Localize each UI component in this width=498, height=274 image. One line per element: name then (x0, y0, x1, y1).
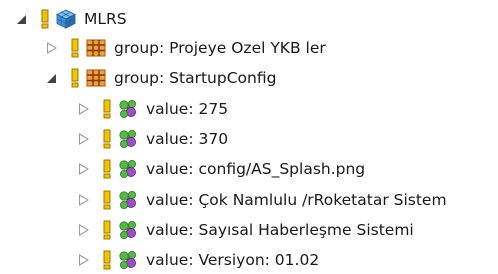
molecule-value-icon (118, 159, 138, 179)
exclamation-marker-icon (102, 189, 112, 211)
molecule-value-icon (118, 220, 138, 240)
collapsed-chevron-icon[interactable] (76, 131, 92, 147)
tree-node-value[interactable]: value: Versiyon: 01.02 (76, 246, 319, 274)
exclamation-marker-icon (102, 219, 112, 241)
exclamation-marker-icon (102, 249, 112, 271)
exclamation-marker-icon (70, 67, 80, 89)
exclamation-marker-icon (70, 37, 80, 59)
tree-node-label: value: Versiyon: 01.02 (146, 251, 320, 269)
molecule-value-icon (118, 250, 138, 270)
tree-node-group[interactable]: group: Projeye Ozel YKB ler (44, 34, 326, 62)
collapsed-chevron-icon[interactable] (76, 192, 92, 208)
grid-group-icon (86, 38, 106, 58)
exclamation-marker-icon (40, 8, 50, 30)
tree-node-group[interactable]: group: StartupConfig (44, 64, 276, 92)
molecule-value-icon (118, 99, 138, 119)
tree-node-label: value: Sayısal Haberleşme Sistemi (146, 221, 414, 239)
collapsed-chevron-icon[interactable] (76, 161, 92, 177)
expanded-chevron-icon[interactable] (14, 11, 30, 27)
tree-node-value[interactable]: value: Sayısal Haberleşme Sistemi (76, 216, 414, 244)
exclamation-marker-icon (102, 158, 112, 180)
tree-node-value[interactable]: value: 275 (76, 95, 228, 123)
grid-group-icon (86, 68, 106, 88)
package-cube-icon (56, 9, 76, 29)
molecule-value-icon (118, 129, 138, 149)
tree-node-label: value: config/AS_Splash.png (146, 160, 366, 178)
expanded-chevron-icon[interactable] (44, 70, 60, 86)
collapsed-chevron-icon[interactable] (76, 101, 92, 117)
tree-node-label: group: Projeye Ozel YKB ler (114, 39, 326, 57)
tree-node-label: value: 275 (146, 100, 229, 118)
tree-node-label: value: 370 (146, 130, 229, 148)
tree-node-label: value: Çok Namlulu /rRoketatar Sistem (146, 191, 447, 209)
tree-node-value[interactable]: value: 370 (76, 125, 228, 153)
exclamation-marker-icon (102, 98, 112, 120)
outline-tree: MLRS group: Projeye Ozel YKB ler group: … (0, 0, 498, 273)
tree-node-value[interactable]: value: Çok Namlulu /rRoketatar Sistem (76, 186, 447, 214)
collapsed-chevron-icon[interactable] (76, 252, 92, 268)
tree-node-label: group: StartupConfig (114, 69, 277, 87)
collapsed-chevron-icon[interactable] (44, 40, 60, 56)
tree-node-value[interactable]: value: config/AS_Splash.png (76, 155, 365, 183)
collapsed-chevron-icon[interactable] (76, 222, 92, 238)
tree-node-root[interactable]: MLRS (14, 5, 127, 33)
exclamation-marker-icon (102, 128, 112, 150)
molecule-value-icon (118, 190, 138, 210)
tree-node-label: MLRS (84, 10, 127, 28)
